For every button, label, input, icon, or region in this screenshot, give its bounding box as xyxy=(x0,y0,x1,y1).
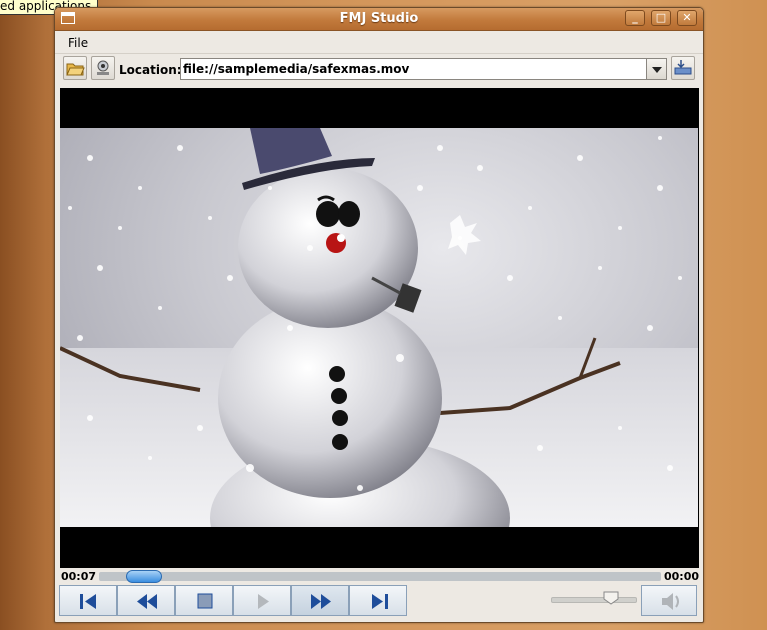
step-forward-icon xyxy=(372,594,388,609)
step-back-icon xyxy=(80,594,96,609)
step-back-button[interactable] xyxy=(59,585,117,616)
fast-forward-button[interactable] xyxy=(291,585,349,616)
video-panel[interactable] xyxy=(60,88,699,568)
stop-icon xyxy=(197,593,213,609)
chevron-down-icon[interactable] xyxy=(646,58,667,80)
load-url-icon[interactable] xyxy=(671,56,695,80)
minimize-button[interactable]: _ xyxy=(625,10,645,26)
video-frame xyxy=(60,128,698,527)
transport-controls xyxy=(59,585,699,619)
maximize-button[interactable]: □ xyxy=(651,10,671,26)
snowman-scene xyxy=(60,128,698,527)
fmj-studio-window: FMJ Studio _ □ ✕ File Location: file://s… xyxy=(54,7,704,623)
window-title: FMJ Studio xyxy=(339,11,419,26)
volume-thumb[interactable] xyxy=(603,590,619,605)
rewind-button[interactable] xyxy=(117,585,175,616)
volume-slider[interactable] xyxy=(551,597,637,603)
title-bar[interactable]: FMJ Studio _ □ ✕ xyxy=(55,8,703,31)
step-forward-button[interactable] xyxy=(349,585,407,616)
seek-bar: 00:07 00:00 xyxy=(55,569,703,584)
stop-button[interactable] xyxy=(175,585,233,616)
mute-button[interactable] xyxy=(641,585,697,616)
fast-forward-icon xyxy=(311,594,331,609)
total-time: 00:00 xyxy=(663,570,699,583)
rewind-icon xyxy=(137,594,157,609)
webcam-icon[interactable] xyxy=(91,56,115,80)
play-button[interactable] xyxy=(233,585,291,616)
elapsed-time: 00:07 xyxy=(61,570,97,583)
speaker-icon xyxy=(662,593,679,610)
seek-thumb[interactable] xyxy=(125,570,162,583)
seek-track[interactable] xyxy=(99,572,661,581)
folder-open-icon[interactable] xyxy=(63,56,87,80)
close-button[interactable]: ✕ xyxy=(677,10,697,26)
toolbar: Location: file://samplemedia/safexmas.mo… xyxy=(55,54,703,86)
play-icon xyxy=(258,594,269,609)
location-input[interactable]: file://samplemedia/safexmas.mov xyxy=(180,58,647,80)
menu-file[interactable]: File xyxy=(68,36,88,50)
menu-bar: File xyxy=(55,31,703,54)
location-label: Location: xyxy=(119,63,182,77)
